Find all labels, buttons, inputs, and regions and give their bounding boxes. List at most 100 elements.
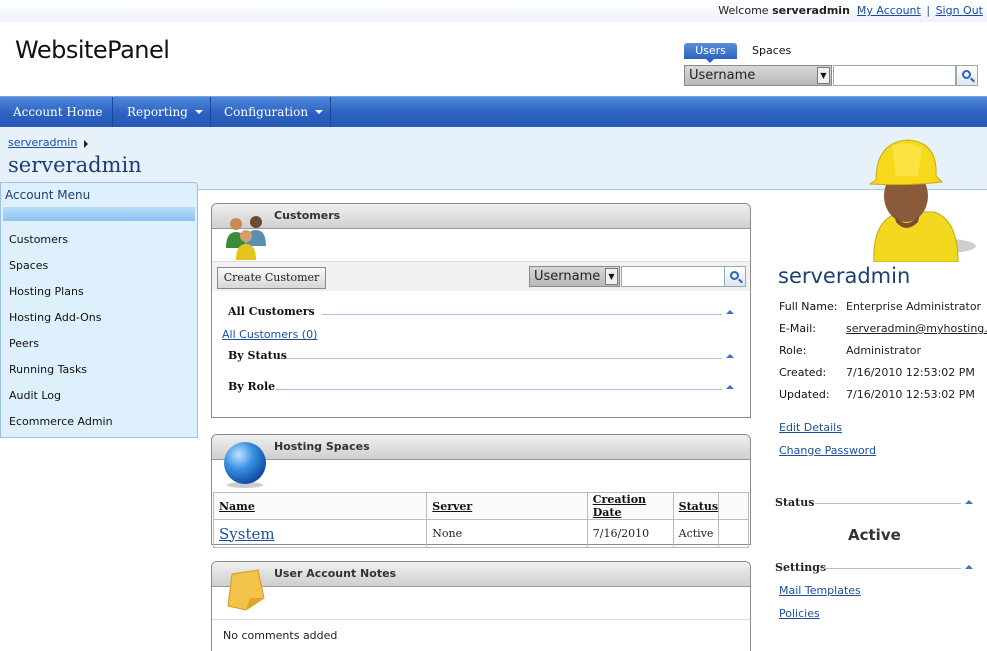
role-label: Role: — [779, 344, 807, 357]
notes-panel-title: User Account Notes — [274, 567, 397, 580]
tab-spaces[interactable]: Spaces — [742, 43, 801, 59]
status-badge: Active — [848, 526, 901, 544]
nav-account-home[interactable]: Account Home — [0, 97, 113, 127]
customers-panel: Customers Create Customer Username ▼ All… — [211, 203, 751, 418]
created-value: 7/16/2010 12:53:02 PM — [846, 366, 975, 379]
space-name-link[interactable]: System — [219, 525, 275, 543]
account-menu-bar — [3, 207, 195, 221]
updated-label: Updated: — [779, 388, 830, 401]
policies-link[interactable]: Policies — [779, 607, 820, 620]
search-icon — [962, 70, 971, 79]
collapse-icon[interactable] — [726, 354, 734, 358]
welcome-text: Welcome — [718, 4, 769, 17]
search-field-value: Username — [689, 68, 756, 83]
column-header-creation-date[interactable]: Creation Date — [586, 492, 674, 520]
link-separator: | — [926, 4, 931, 17]
welcome-bar: Welcome serveradmin My Account | Sign Ou… — [718, 4, 983, 17]
customer-search-button[interactable] — [724, 266, 746, 287]
by-status-heading: By Status — [228, 349, 287, 362]
space-date-cell: 7/16/2010 — [586, 519, 674, 548]
full-name-value: Enterprise Administrator — [846, 300, 982, 313]
customer-search-field-value: Username — [534, 269, 601, 284]
space-server-cell: None — [426, 519, 588, 548]
all-customers-heading: All Customers — [228, 305, 315, 318]
create-customer-button[interactable]: Create Customer — [217, 267, 326, 289]
profile-name: serveradmin — [778, 264, 911, 288]
email-link[interactable]: serveradmin@myhosting.c — [846, 322, 987, 335]
notes-panel: User Account Notes No comments added — [211, 561, 751, 651]
my-account-link[interactable]: My Account — [857, 4, 921, 17]
logo[interactable]: WebsitePanel — [15, 36, 170, 64]
collapse-icon[interactable] — [965, 500, 973, 504]
section-divider — [322, 314, 722, 315]
tab-users[interactable]: Users — [684, 43, 737, 63]
menu-item-running-tasks[interactable]: Running Tasks — [9, 363, 87, 376]
customers-panel-title: Customers — [274, 209, 341, 222]
email-label: E-Mail: — [779, 322, 816, 335]
nav-reporting[interactable]: Reporting — [113, 97, 211, 127]
search-button[interactable] — [956, 65, 978, 86]
nav-reporting-label: Reporting — [127, 105, 188, 119]
note-icon — [227, 569, 265, 611]
menu-item-peers[interactable]: Peers — [9, 337, 39, 350]
table-header-row: Name Server Creation Date Status — [212, 492, 749, 520]
customers-toolbar: Create Customer Username ▼ — [212, 261, 750, 291]
hosting-spaces-table: Name Server Creation Date Status System … — [212, 492, 749, 548]
nav-account-home-label: Account Home — [13, 105, 103, 119]
customer-search-input[interactable] — [621, 266, 725, 287]
chevron-down-icon[interactable]: ▼ — [817, 67, 830, 84]
role-value: Administrator — [846, 344, 921, 357]
collapse-icon[interactable] — [726, 310, 734, 314]
chevron-down-icon — [194, 110, 203, 118]
chevron-down-icon — [315, 110, 324, 118]
menu-item-hosting-plans[interactable]: Hosting Plans — [9, 285, 84, 298]
account-menu-title: Account Menu — [5, 188, 91, 202]
page-title: serveradmin — [8, 153, 142, 177]
collapse-icon[interactable] — [726, 385, 734, 389]
breadcrumb-arrow-icon — [84, 140, 92, 148]
nav-configuration[interactable]: Configuration — [211, 97, 331, 127]
change-password-link[interactable]: Change Password — [779, 444, 876, 457]
hosting-spaces-panel: Hosting Spaces Name Server Creation Date… — [211, 434, 751, 548]
search-icon — [730, 271, 739, 280]
collapse-icon[interactable] — [965, 565, 973, 569]
all-customers-link[interactable]: All Customers (0) — [222, 328, 317, 341]
search-input[interactable] — [833, 65, 956, 86]
column-header-server[interactable]: Server — [426, 492, 588, 520]
created-label: Created: — [779, 366, 827, 379]
sign-out-link[interactable]: Sign Out — [936, 4, 983, 17]
section-divider — [815, 503, 961, 504]
section-divider — [822, 568, 961, 569]
edit-details-link[interactable]: Edit Details — [779, 421, 842, 434]
settings-heading: Settings — [775, 561, 827, 574]
breadcrumb-item[interactable]: serveradmin — [8, 136, 77, 149]
customer-search-field-select[interactable]: Username ▼ — [529, 266, 620, 287]
column-header-name[interactable]: Name — [212, 492, 428, 520]
status-heading: Status — [775, 496, 815, 509]
menu-item-audit-log[interactable]: Audit Log — [9, 389, 61, 402]
column-header-status[interactable]: Status — [672, 492, 720, 520]
menu-item-ecommerce-admin[interactable]: Ecommerce Admin — [9, 415, 113, 428]
search-field-select[interactable]: Username ▼ — [684, 65, 832, 86]
column-header-blank — [718, 492, 749, 520]
menu-item-spaces[interactable]: Spaces — [9, 259, 48, 272]
hosting-spaces-panel-title: Hosting Spaces — [274, 440, 370, 453]
globe-icon — [224, 442, 266, 488]
main-nav: Account Home Reporting Configuration — [0, 96, 987, 127]
space-name-cell: System — [212, 519, 428, 548]
section-divider — [286, 358, 722, 359]
notes-empty-text: No comments added — [223, 629, 338, 642]
account-menu: Account Menu Customers Spaces Hosting Pl… — [0, 182, 198, 438]
menu-item-customers[interactable]: Customers — [9, 233, 68, 246]
welcome-username: serveradmin — [772, 4, 850, 17]
table-row: System None 7/16/2010 Active — [212, 519, 749, 548]
nav-configuration-label: Configuration — [224, 105, 309, 119]
users-icon — [226, 216, 266, 260]
menu-item-hosting-addons[interactable]: Hosting Add-Ons — [9, 311, 102, 324]
title-band — [0, 127, 987, 190]
updated-value: 7/16/2010 12:53:02 PM — [846, 388, 975, 401]
avatar — [868, 139, 976, 262]
mail-templates-link[interactable]: Mail Templates — [779, 584, 861, 597]
by-role-heading: By Role — [228, 380, 276, 393]
chevron-down-icon[interactable]: ▼ — [605, 268, 618, 285]
